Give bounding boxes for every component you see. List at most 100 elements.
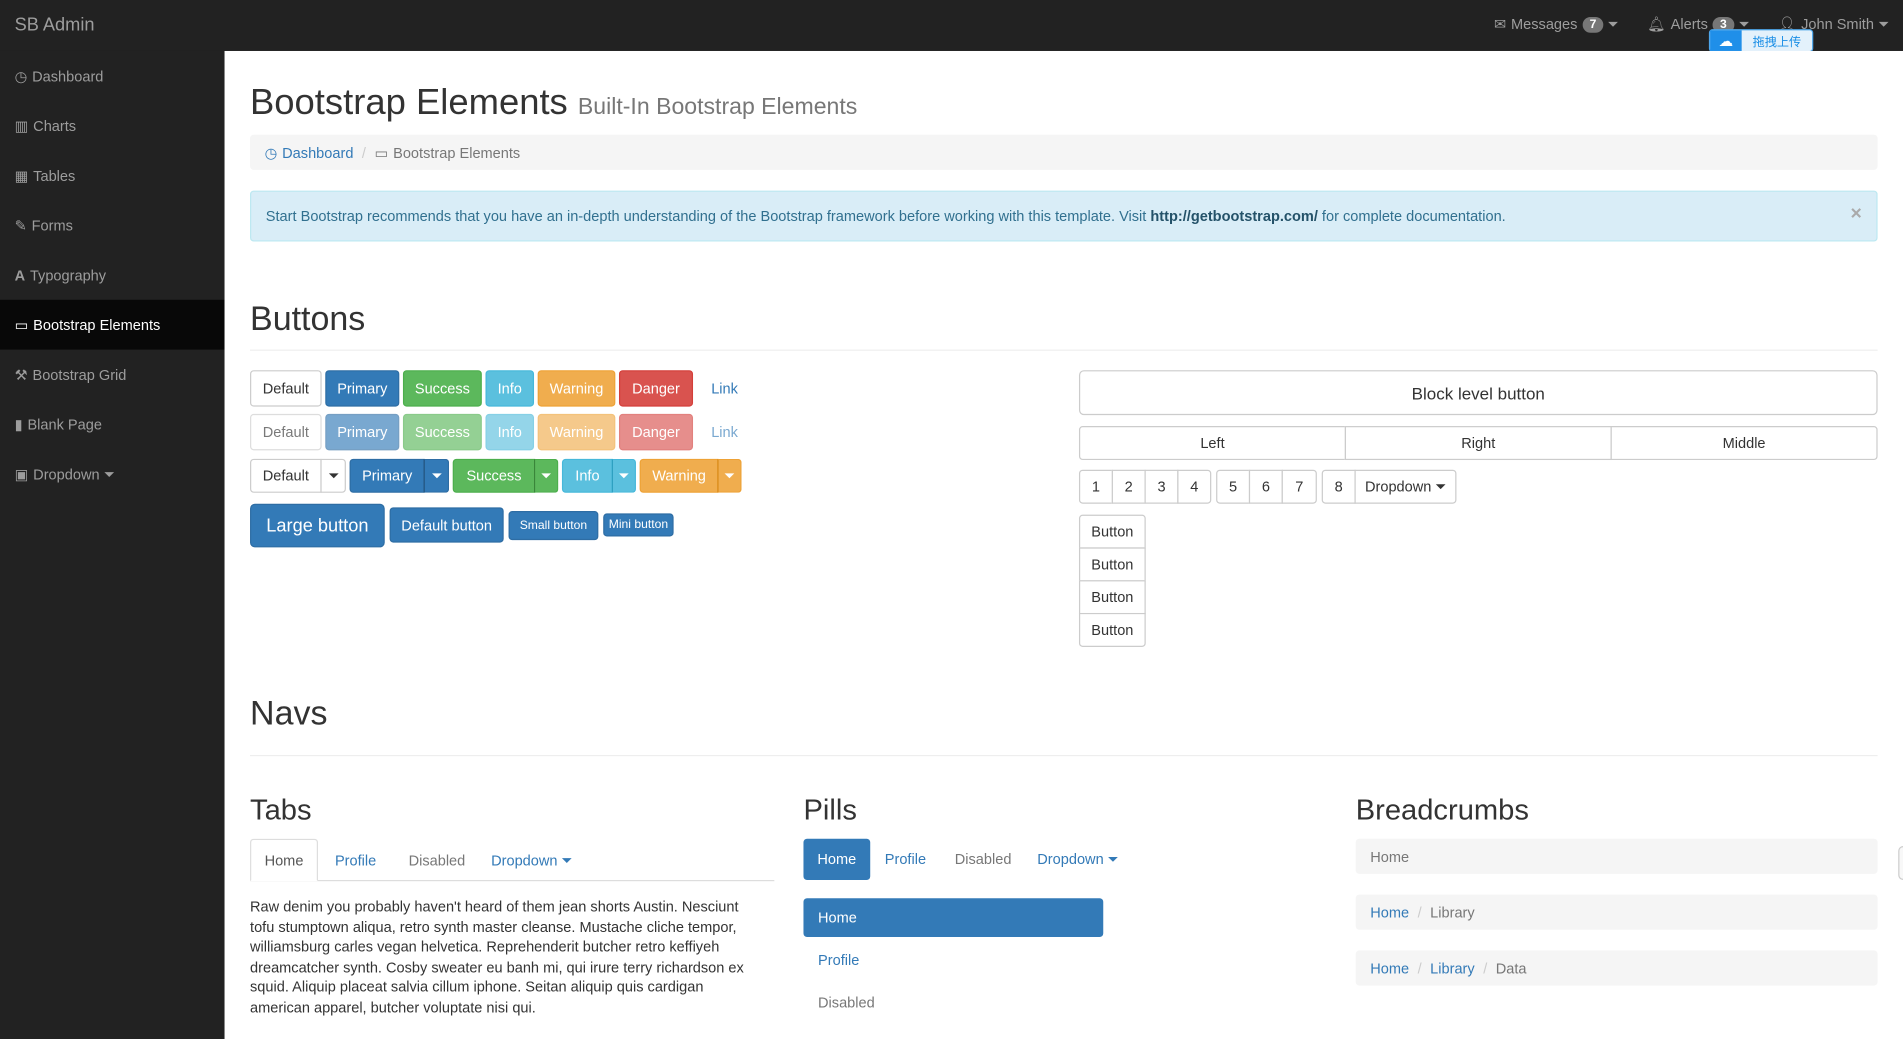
caret-down-icon bbox=[724, 473, 735, 479]
default-split-button[interactable]: Default bbox=[250, 458, 322, 493]
envelope-icon: ✉ bbox=[1493, 15, 1507, 33]
default-size-button[interactable]: Default button bbox=[389, 507, 504, 543]
success-split-button[interactable]: Success bbox=[452, 458, 536, 493]
info-split-button[interactable]: Info bbox=[561, 458, 613, 493]
tab-profile[interactable]: Profile bbox=[320, 839, 390, 881]
default-button[interactable]: Default bbox=[250, 370, 322, 407]
sidebar-item-blank-page[interactable]: ▮ Blank Page bbox=[0, 399, 225, 449]
caret-down-icon bbox=[104, 471, 115, 477]
info-button[interactable]: Info bbox=[485, 370, 535, 407]
alert-link[interactable]: http://getbootstrap.com/ bbox=[1150, 208, 1317, 225]
toolbar-button-4[interactable]: 4 bbox=[1177, 469, 1212, 504]
pill-home[interactable]: Home bbox=[803, 838, 871, 881]
sidebar-item-charts[interactable]: ▥ Charts bbox=[0, 101, 225, 151]
edit-icon: ✎ bbox=[14, 216, 27, 234]
close-icon[interactable]: × bbox=[1850, 204, 1861, 226]
brand-link[interactable]: SB Admin bbox=[15, 15, 95, 36]
warning-button[interactable]: Warning bbox=[537, 370, 616, 407]
success-button[interactable]: Success bbox=[402, 370, 482, 407]
caret-down-icon bbox=[541, 473, 552, 479]
toolbar-button-7[interactable]: 7 bbox=[1281, 469, 1317, 504]
sidebar-item-bootstrap-elements[interactable]: ▭ Bootstrap Elements bbox=[0, 299, 225, 350]
tab-dropdown[interactable]: Dropdown bbox=[483, 839, 580, 881]
sidebar-item-bootstrap-grid[interactable]: ⚒ Bootstrap Grid bbox=[0, 350, 225, 400]
caret-down-icon bbox=[1878, 21, 1889, 27]
info-split-toggle[interactable] bbox=[611, 458, 636, 493]
warning-split-button[interactable]: Warning bbox=[639, 458, 719, 493]
crumb-home-link[interactable]: Home bbox=[1370, 960, 1409, 977]
block-level-button[interactable]: Block level button bbox=[1078, 370, 1878, 416]
messages-dropdown[interactable]: ✉ Messages 7 bbox=[1493, 15, 1619, 33]
vertical-button-3[interactable]: Button bbox=[1078, 580, 1146, 615]
primary-split-toggle[interactable] bbox=[423, 458, 450, 493]
pill-dropdown[interactable]: Dropdown bbox=[1029, 839, 1126, 880]
desktop-icon: ▭ bbox=[374, 143, 389, 161]
sidebar-item-forms[interactable]: ✎ Forms bbox=[0, 200, 225, 250]
breadcrumb-current: Bootstrap Elements bbox=[393, 143, 521, 161]
sidebar-item-dashboard[interactable]: ◷ Dashboard bbox=[0, 51, 225, 101]
toolbar-dropdown-button[interactable]: Dropdown bbox=[1354, 469, 1457, 504]
vertical-button-4[interactable]: Button bbox=[1078, 612, 1146, 647]
toolbar-button-5[interactable]: 5 bbox=[1216, 469, 1251, 504]
sidebar-item-tables[interactable]: ▦ Tables bbox=[0, 151, 225, 201]
danger-button[interactable]: Danger bbox=[618, 370, 694, 407]
toolbar-button-2[interactable]: 2 bbox=[1111, 469, 1146, 504]
small-button[interactable]: Small button bbox=[508, 511, 599, 541]
success-split-toggle[interactable] bbox=[534, 458, 559, 493]
pill-profile[interactable]: Profile bbox=[874, 839, 937, 880]
scroll-handle[interactable] bbox=[1898, 846, 1903, 881]
caret-down-icon bbox=[1738, 21, 1749, 27]
primary-button[interactable]: Primary bbox=[325, 370, 400, 407]
caret-down-icon bbox=[1436, 484, 1446, 490]
caret-down-icon bbox=[1608, 21, 1619, 27]
toolbar-button-1[interactable]: 1 bbox=[1078, 469, 1113, 504]
caret-square-icon: ▣ bbox=[14, 465, 29, 483]
upload-widget[interactable]: ☁ 拖拽上传 bbox=[1708, 29, 1814, 53]
table-icon: ▦ bbox=[14, 166, 29, 184]
stacked-pill-profile[interactable]: Profile bbox=[803, 941, 1103, 980]
justified-right-button[interactable]: Right bbox=[1344, 426, 1612, 461]
breadcrumb-dashboard-link[interactable]: Dashboard bbox=[282, 144, 353, 161]
breadcrumbs-heading: Breadcrumbs bbox=[1355, 793, 1529, 827]
caret-down-icon bbox=[618, 473, 629, 479]
stacked-pill-home[interactable]: Home bbox=[803, 898, 1104, 938]
wrench-icon: ⚒ bbox=[14, 365, 28, 383]
cloud-upload-icon: ☁ bbox=[1710, 30, 1742, 51]
sidebar-item-label: Charts bbox=[33, 117, 77, 135]
alert-text-after: for complete documentation. bbox=[1317, 207, 1506, 225]
caret-down-icon bbox=[431, 473, 442, 479]
primary-split-button[interactable]: Primary bbox=[349, 458, 425, 493]
crumb-home-active: Home bbox=[1370, 847, 1410, 865]
sidebar-item-dropdown[interactable]: ▣ Dropdown bbox=[0, 449, 225, 499]
dashboard-icon: ◷ bbox=[14, 67, 28, 85]
toolbar-button-3[interactable]: 3 bbox=[1144, 469, 1179, 504]
crumb-data-active: Data bbox=[1495, 959, 1527, 977]
breadcrumb: ◷ Dashboard / ▭ Bootstrap Elements bbox=[250, 134, 1878, 170]
toolbar-button-8[interactable]: 8 bbox=[1321, 469, 1356, 504]
sidebar-item-label: Dropdown bbox=[33, 465, 100, 483]
mini-button[interactable]: Mini button bbox=[603, 513, 674, 537]
sidebar-item-typography[interactable]: A Typography bbox=[0, 250, 225, 300]
sidebar-item-label: Dashboard bbox=[32, 67, 104, 85]
page-subtitle: Built-In Bootstrap Elements bbox=[577, 94, 858, 121]
alert-text: Start Bootstrap recommends that you have… bbox=[265, 207, 1151, 225]
warning-split-toggle[interactable] bbox=[717, 458, 742, 493]
crumb-library-link[interactable]: Library bbox=[1430, 960, 1475, 977]
divider bbox=[250, 754, 1878, 757]
justified-left-button[interactable]: Left bbox=[1078, 426, 1346, 461]
large-button[interactable]: Large button bbox=[250, 503, 385, 548]
link-button[interactable]: Link bbox=[700, 370, 749, 406]
breadcrumb-example-2: Home / Library bbox=[1355, 894, 1878, 930]
tab-disabled: Disabled bbox=[408, 851, 466, 869]
vertical-button-2[interactable]: Button bbox=[1078, 547, 1146, 582]
toolbar-button-6[interactable]: 6 bbox=[1248, 469, 1283, 504]
page: SB Admin ✉ Messages 7 🔔︎ Alerts 3 👤︎ Joh… bbox=[0, 0, 1903, 1039]
crumb-home-link[interactable]: Home bbox=[1370, 904, 1409, 921]
tab-home[interactable]: Home bbox=[250, 838, 318, 882]
file-icon: ▮ bbox=[14, 415, 23, 433]
vertical-button-1[interactable]: Button bbox=[1078, 514, 1146, 549]
default-split-toggle[interactable] bbox=[320, 458, 346, 493]
sidebar-item-label: Bootstrap Grid bbox=[32, 365, 127, 383]
justified-middle-button[interactable]: Middle bbox=[1610, 426, 1878, 461]
messages-label: Messages bbox=[1511, 15, 1578, 33]
